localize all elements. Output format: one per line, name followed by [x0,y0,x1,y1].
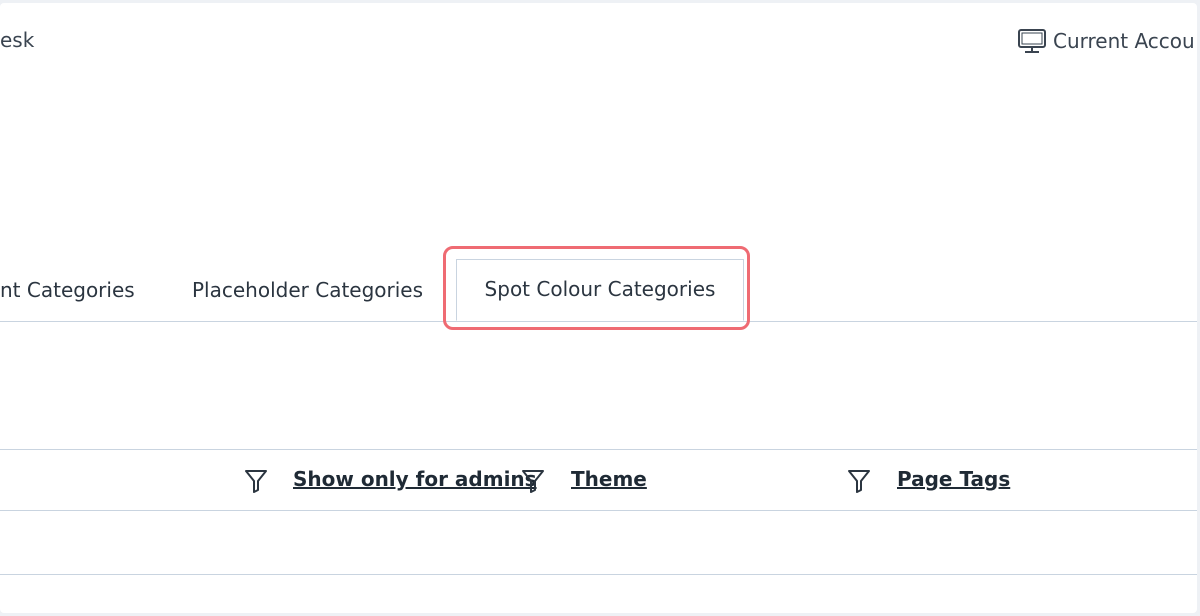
table-header: Show only for admins Theme Page Tags [0,449,1197,511]
app-frame: esk Current Accou nt Categories Placehol… [0,3,1197,613]
table-row-divider [0,574,1197,575]
current-account-link[interactable]: Current Accou [1017,28,1195,54]
tab-spot-colour-categories[interactable]: Spot Colour Categories [456,259,744,321]
current-account-label: Current Accou [1053,29,1195,53]
filter-icon[interactable] [521,468,545,494]
monitor-icon [1018,29,1046,53]
tab-content-categories[interactable]: nt Categories [0,259,135,321]
column-show-only-for-admins[interactable]: Show only for admins [293,467,537,491]
filter-icon[interactable] [847,468,871,494]
filter-icon[interactable] [244,468,268,494]
category-tabs: nt Categories Placeholder Categories Spo… [0,259,1197,322]
column-theme[interactable]: Theme [571,467,647,491]
tab-spot-colour-label: Spot Colour Categories [484,277,716,301]
app-title-fragment: esk [0,28,35,52]
column-page-tags[interactable]: Page Tags [897,467,1010,491]
tab-placeholder-categories[interactable]: Placeholder Categories [192,259,423,321]
